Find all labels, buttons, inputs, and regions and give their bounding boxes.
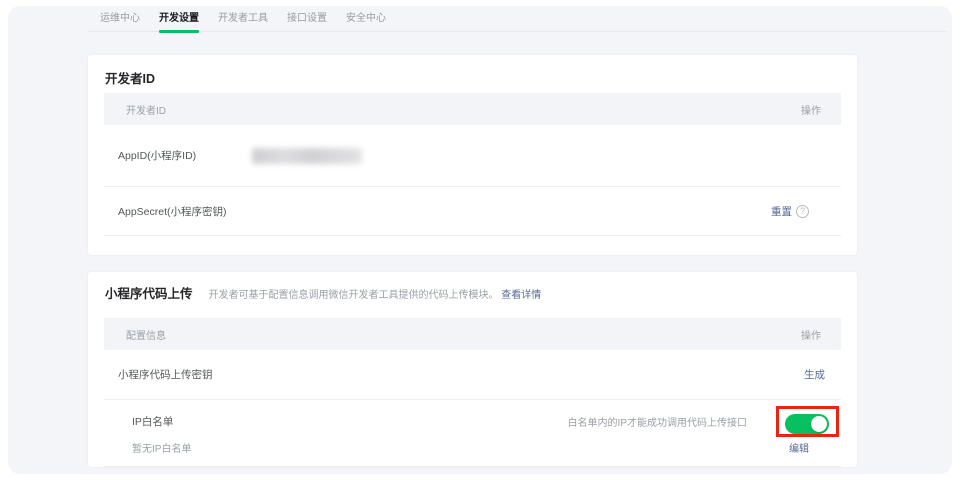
code-upload-card: 小程序代码上传 开发者可基于配置信息调用微信开发者工具提供的代码上传模块。 查看… [88,272,857,467]
reset-appsecret-link[interactable]: 重置 [771,204,792,219]
column-config-info: 配置信息 [126,327,166,342]
generate-key-link[interactable]: 生成 [804,367,825,382]
tab-operations-center[interactable]: 运维中心 [100,8,140,32]
column-actions: 操作 [801,102,821,117]
tab-api-settings[interactable]: 接口设置 [287,8,327,32]
tab-development-settings[interactable]: 开发设置 [159,8,199,32]
developer-id-table-header: 开发者ID 操作 [104,93,841,125]
tab-developer-tools[interactable]: 开发者工具 [218,8,268,32]
tab-security-center[interactable]: 安全中心 [346,8,386,32]
code-upload-description-text: 开发者可基于配置信息调用微信开发者工具提供的代码上传模块。 [209,290,499,301]
upload-key-label: 小程序代码上传密钥 [118,367,213,382]
appid-value-redacted [252,148,362,164]
column-actions: 操作 [801,327,821,342]
appsecret-label: AppSecret(小程序密钥) [118,204,227,219]
code-upload-table-header: 配置信息 操作 [104,318,841,350]
upload-key-row: 小程序代码上传密钥 生成 [104,350,841,400]
developer-id-title: 开发者ID [105,68,155,87]
appid-row: AppID(小程序ID) [104,125,841,187]
edit-ip-whitelist-link[interactable]: 编辑 [789,440,809,455]
ip-whitelist-empty-text: 暂无IP白名单 [132,440,191,455]
column-developer-id: 开发者ID [126,102,166,117]
view-details-link[interactable]: 查看详情 [501,290,541,301]
settings-page: 运维中心 开发设置 开发者工具 接口设置 安全中心 开发者ID 开发者ID 操作… [8,6,952,474]
toggle-knob [811,416,827,432]
ip-whitelist-status-line: 暂无IP白名单 编辑 [118,429,825,455]
ip-whitelist-label: IP白名单 [132,414,173,429]
ip-whitelist-line: IP白名单 白名单内的IP才能成功调用代码上传接口 [118,400,825,429]
code-upload-title-line: 小程序代码上传 开发者可基于配置信息调用微信开发者工具提供的代码上传模块。 查看… [105,283,840,302]
ip-whitelist-toggle[interactable] [785,414,829,434]
question-mark-icon[interactable]: ? [796,205,809,218]
ip-whitelist-hint: 白名单内的IP才能成功调用代码上传接口 [568,414,747,429]
appid-label: AppID(小程序ID) [118,148,196,163]
developer-id-card: 开发者ID 开发者ID 操作 AppID(小程序ID) AppSecret(小程… [88,55,857,255]
code-upload-description: 开发者可基于配置信息调用微信开发者工具提供的代码上传模块。 查看详情 [209,286,542,301]
top-tab-bar: 运维中心 开发设置 开发者工具 接口设置 安全中心 [88,8,946,32]
code-upload-title: 小程序代码上传 [105,283,193,302]
ip-whitelist-row: IP白名单 白名单内的IP才能成功调用代码上传接口 暂无IP白名单 编辑 [104,400,841,467]
screenshot-stage: 运维中心 开发设置 开发者工具 接口设置 安全中心 开发者ID 开发者ID 操作… [0,0,960,480]
appsecret-row: AppSecret(小程序密钥) 重置 ? [104,187,841,236]
